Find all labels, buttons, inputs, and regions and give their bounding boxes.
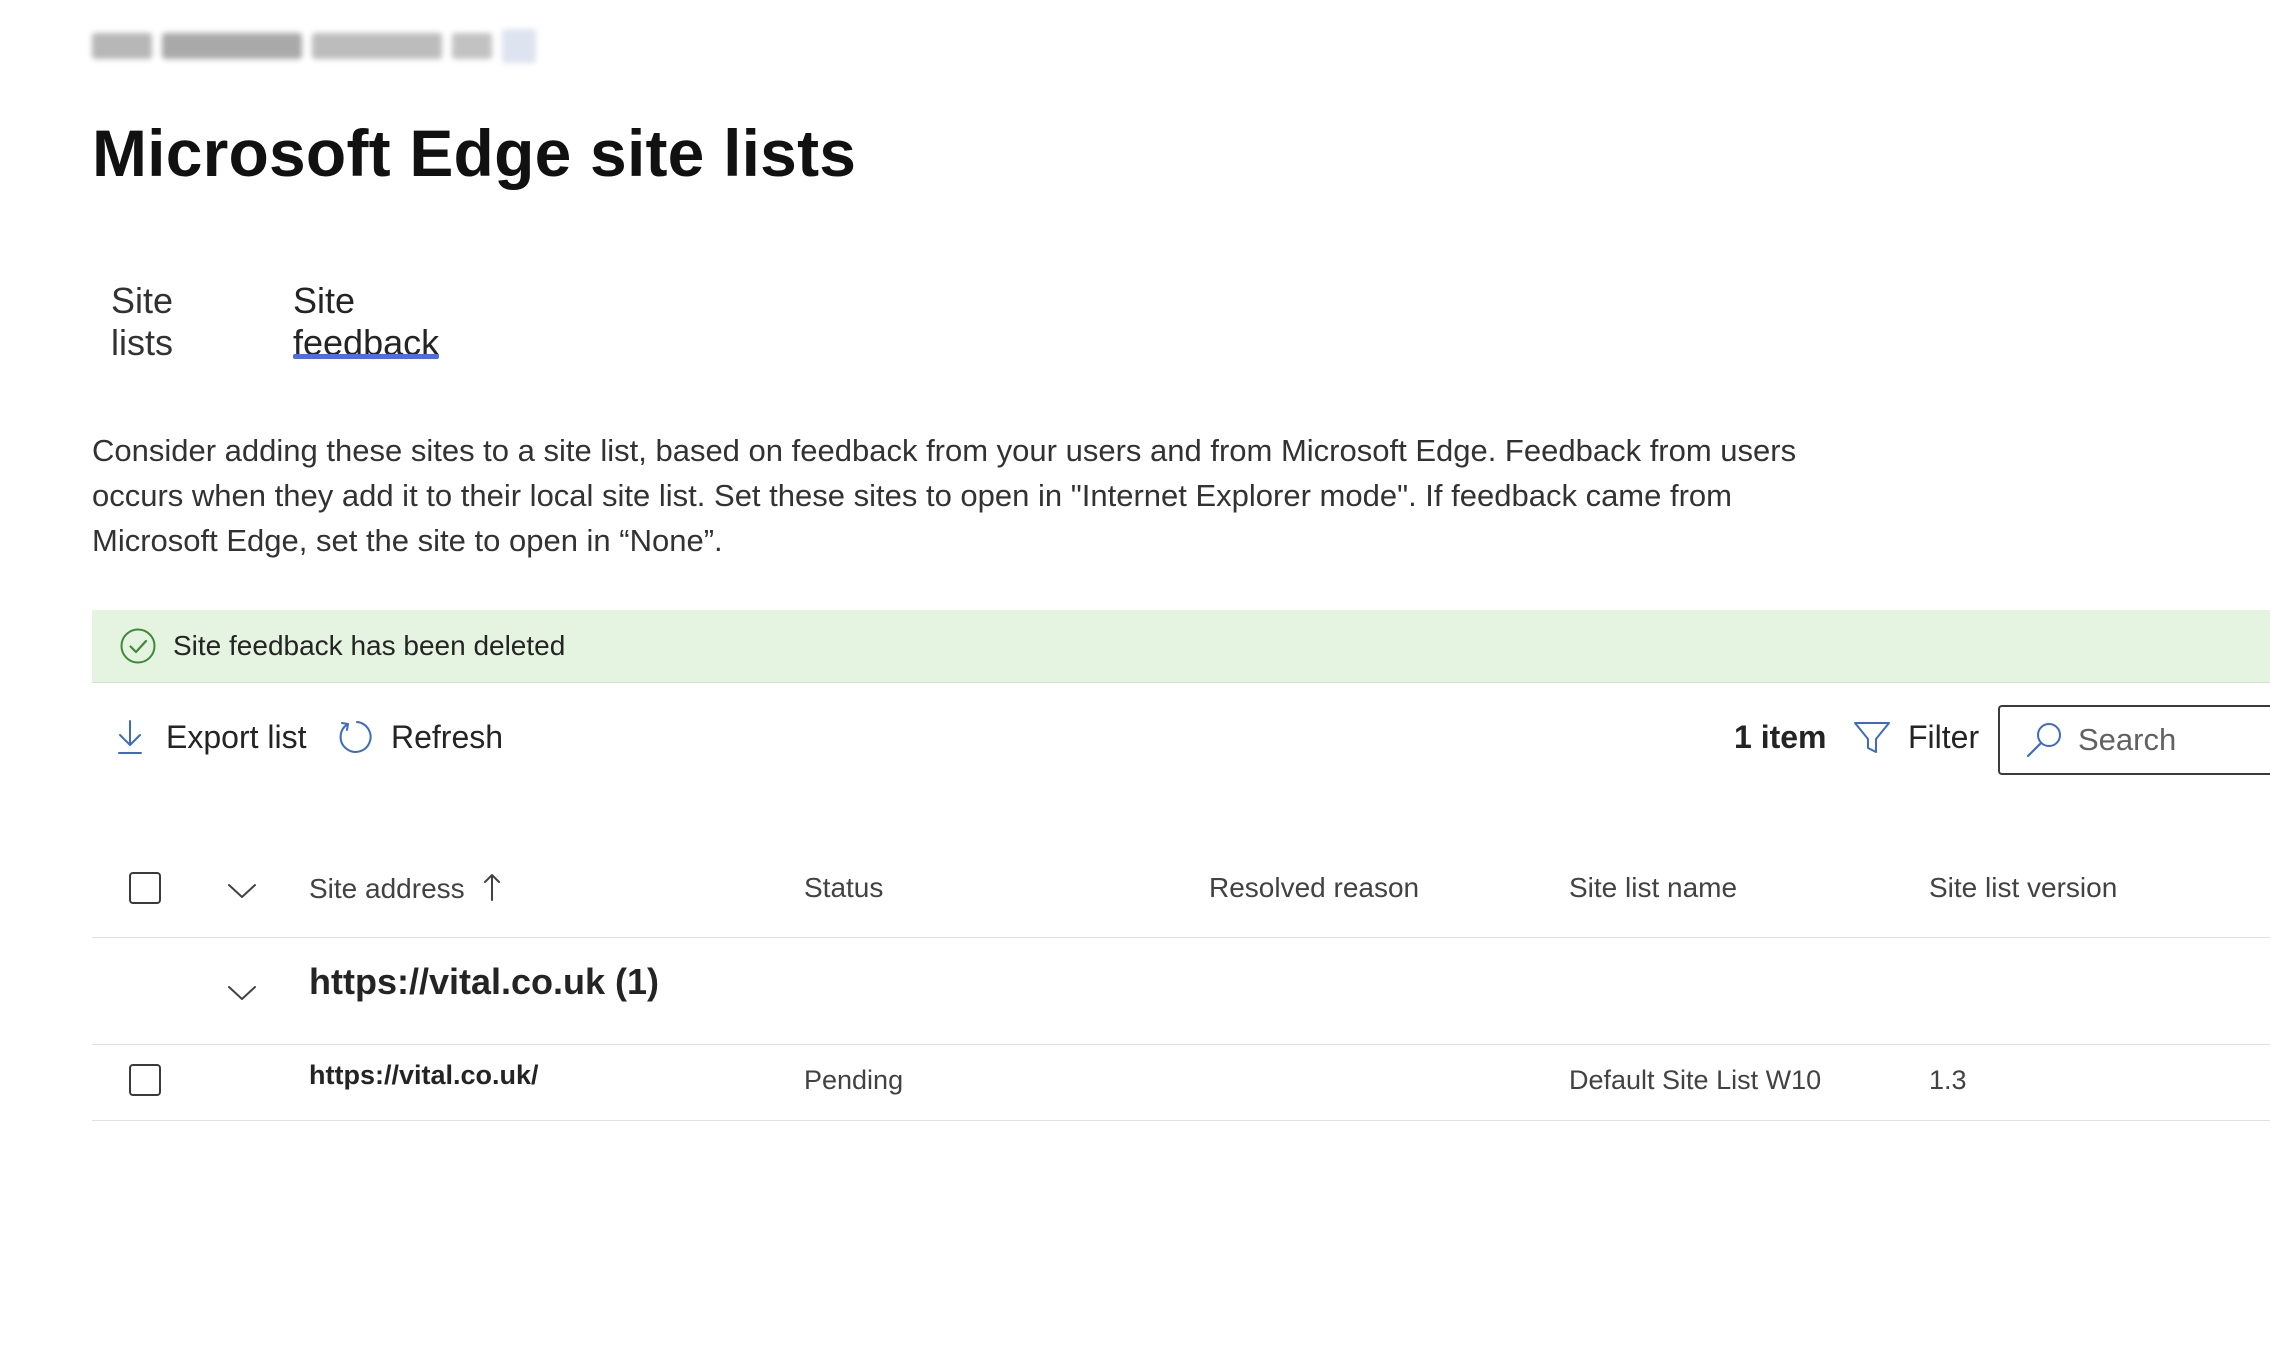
blurred-text [452, 33, 492, 59]
sort-ascending-icon [482, 872, 502, 909]
chevron-down-icon [228, 986, 256, 1000]
column-header-site-list-version[interactable]: Site list version [1929, 872, 2117, 904]
column-header-site-address[interactable]: Site address [309, 872, 502, 909]
tab-site-lists[interactable]: Site lists [111, 280, 173, 364]
column-header-site-list-name[interactable]: Site list name [1569, 872, 1737, 904]
refresh-button[interactable]: Refresh [335, 705, 503, 769]
search-icon [2024, 720, 2064, 760]
refresh-icon [335, 717, 375, 757]
column-header-resolved-reason[interactable]: Resolved reason [1209, 872, 1419, 904]
download-icon [110, 717, 150, 757]
refresh-label: Refresh [391, 718, 504, 755]
cell-site-list-name: Default Site List W10 [1569, 1065, 1822, 1095]
export-list-label: Export list [166, 718, 307, 755]
filter-button[interactable]: Filter [1852, 705, 1979, 769]
search-input[interactable] [2078, 722, 2270, 758]
page-title: Microsoft Edge site lists [92, 116, 857, 190]
page-description: Consider adding these sites to a site li… [92, 433, 1797, 558]
filter-icon [1852, 717, 1892, 757]
column-header-status[interactable]: Status [804, 872, 883, 904]
group-header-row: https://vital.co.uk (1) [92, 938, 2270, 1045]
blurred-text [92, 33, 152, 59]
success-banner: Site feedback has been deleted [92, 610, 2270, 683]
blurred-icon [502, 29, 536, 63]
cell-status: Pending [804, 1065, 904, 1095]
blurred-account-breadcrumb [92, 28, 536, 64]
tab-site-feedback[interactable]: Site feedback [293, 280, 440, 364]
search-box[interactable] [1998, 705, 2270, 775]
banner-message: Site feedback has been deleted [173, 630, 566, 661]
column-header-label: Site address [309, 873, 465, 904]
table-row[interactable]: https://vital.co.uk/ Pending Default Sit… [92, 1045, 2270, 1121]
row-checkbox[interactable] [129, 1064, 161, 1096]
group-label: https://vital.co.uk (1) [309, 961, 660, 1002]
command-bar: Export list Refresh 1 item Filter [92, 705, 2270, 775]
blurred-text [312, 33, 442, 59]
check-circle-icon [119, 627, 157, 665]
cell-site-address[interactable]: https://vital.co.uk/ [309, 1060, 539, 1091]
select-all-checkbox[interactable] [129, 872, 161, 904]
group-collapse-button[interactable] [222, 972, 262, 1012]
export-list-button[interactable]: Export list [110, 705, 306, 769]
collapse-all-groups-button[interactable] [222, 870, 262, 910]
item-count: 1 item [1734, 719, 1827, 755]
chevron-down-icon [228, 884, 256, 898]
filter-label: Filter [1908, 718, 1980, 755]
blurred-text [162, 33, 302, 59]
table-header-row: Site address Status Resolved reason Site… [92, 850, 2270, 938]
cell-site-list-version: 1.3 [1929, 1065, 1967, 1095]
